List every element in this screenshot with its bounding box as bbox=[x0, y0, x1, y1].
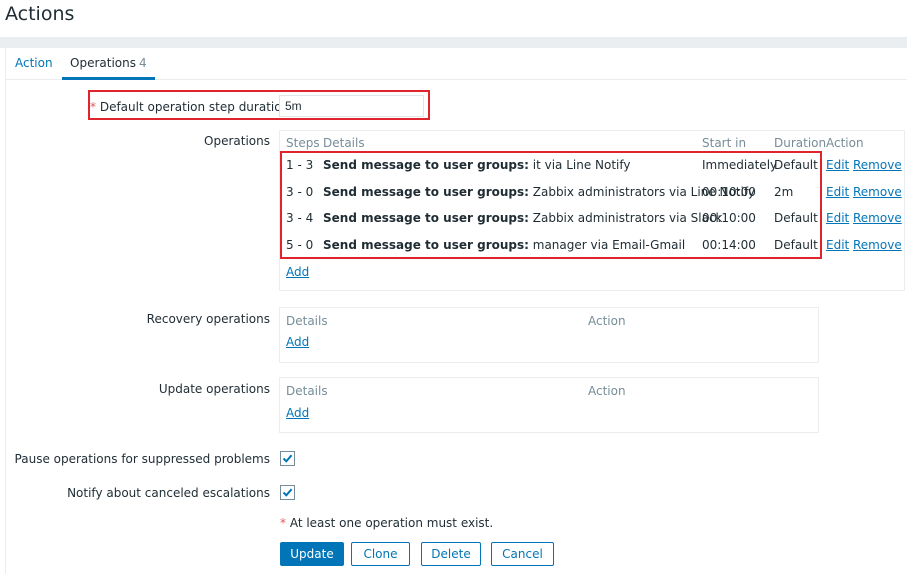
update-operations-table bbox=[279, 377, 819, 433]
row-4-details-prefix: Send message to user groups: bbox=[323, 238, 529, 252]
operations-add-link[interactable]: Add bbox=[286, 265, 309, 279]
row-1-details-rest: it via Line Notify bbox=[528, 158, 631, 172]
col-header-duration: Duration bbox=[774, 136, 827, 150]
tab-action[interactable]: Action bbox=[15, 48, 53, 80]
pause-suppressed-label: Pause operations for suppressed problems bbox=[14, 452, 270, 466]
recovery-operations-label: Recovery operations bbox=[146, 312, 270, 326]
notify-canceled-label: Notify about canceled escalations bbox=[67, 486, 270, 500]
row-3-details: Send message to user groups: Zabbix admi… bbox=[323, 211, 723, 225]
validation-note: * At least one operation must exist. bbox=[280, 516, 493, 530]
recovery-operations-table bbox=[279, 307, 819, 363]
delete-button[interactable]: Delete bbox=[421, 542, 481, 566]
row-1-edit-link[interactable]: Edit bbox=[826, 158, 849, 172]
step-duration-input[interactable] bbox=[279, 95, 424, 117]
col-header-details: Details bbox=[323, 136, 365, 150]
page-title: Actions bbox=[5, 3, 75, 25]
col-header-action: Action bbox=[826, 136, 864, 150]
row-3-details-prefix: Send message to user groups: bbox=[323, 211, 529, 225]
recovery-col-header-action: Action bbox=[588, 314, 626, 328]
clone-button[interactable]: Clone bbox=[351, 542, 410, 566]
tab-operations-label: Operations bbox=[70, 56, 136, 70]
row-2-details: Send message to user groups: Zabbix admi… bbox=[323, 185, 755, 199]
row-2-details-prefix: Send message to user groups: bbox=[323, 185, 529, 199]
cancel-button[interactable]: Cancel bbox=[491, 542, 554, 566]
update-button[interactable]: Update bbox=[280, 542, 344, 566]
row-3-details-rest: Zabbix administrators via Slack bbox=[528, 211, 723, 225]
update-add-link[interactable]: Add bbox=[286, 406, 309, 420]
row-2-remove-link[interactable]: Remove bbox=[853, 185, 902, 199]
row-3-edit-link[interactable]: Edit bbox=[826, 211, 849, 225]
row-3-start-in: 00:10:00 bbox=[702, 211, 756, 225]
update-operations-label: Update operations bbox=[158, 382, 270, 396]
checkmark-icon bbox=[282, 454, 293, 463]
row-1-start-in: Immediately bbox=[702, 158, 778, 172]
row-1-details-prefix: Send message to user groups: bbox=[323, 158, 529, 172]
row-1-details: Send message to user groups: it via Line… bbox=[323, 158, 631, 172]
row-1-steps: 1 - 3 bbox=[286, 158, 314, 172]
col-header-start-in: Start in bbox=[702, 136, 747, 150]
checkmark-icon bbox=[282, 488, 293, 497]
row-2-start-in: 00:10:00 bbox=[702, 185, 756, 199]
operations-label: Operations bbox=[204, 134, 270, 148]
pause-suppressed-checkbox[interactable] bbox=[280, 451, 295, 466]
row-3-remove-link[interactable]: Remove bbox=[853, 211, 902, 225]
row-3-duration: Default bbox=[774, 211, 818, 225]
tab-bar: Action Operations 4 bbox=[6, 48, 907, 80]
step-duration-label-text: Default operation step duration bbox=[99, 100, 290, 114]
row-4-edit-link[interactable]: Edit bbox=[826, 238, 849, 252]
validation-note-text: At least one operation must exist. bbox=[286, 516, 494, 530]
header-separator bbox=[0, 37, 907, 48]
row-4-details: Send message to user groups: manager via… bbox=[323, 238, 685, 252]
row-2-duration: 2m bbox=[774, 185, 794, 199]
tab-operations-count: 4 bbox=[138, 56, 147, 70]
update-col-header-action: Action bbox=[588, 384, 626, 398]
row-4-remove-link[interactable]: Remove bbox=[853, 238, 902, 252]
col-header-steps: Steps bbox=[286, 136, 320, 150]
row-4-steps: 5 - 0 bbox=[286, 238, 314, 252]
required-mark: * bbox=[90, 100, 96, 114]
row-1-remove-link[interactable]: Remove bbox=[853, 158, 902, 172]
recovery-add-link[interactable]: Add bbox=[286, 335, 309, 349]
row-2-edit-link[interactable]: Edit bbox=[826, 185, 849, 199]
step-duration-label: * Default operation step duration bbox=[90, 100, 289, 114]
notify-canceled-checkbox[interactable] bbox=[280, 485, 295, 500]
row-3-steps: 3 - 4 bbox=[286, 211, 314, 225]
row-4-duration: Default bbox=[774, 238, 818, 252]
row-4-start-in: 00:14:00 bbox=[702, 238, 756, 252]
tab-operations[interactable]: Operations 4 bbox=[62, 48, 155, 80]
update-col-header-details: Details bbox=[286, 384, 328, 398]
row-2-steps: 3 - 0 bbox=[286, 185, 314, 199]
row-1-duration: Default bbox=[774, 158, 818, 172]
row-4-details-rest: manager via Email-Gmail bbox=[528, 238, 686, 252]
recovery-col-header-details: Details bbox=[286, 314, 328, 328]
